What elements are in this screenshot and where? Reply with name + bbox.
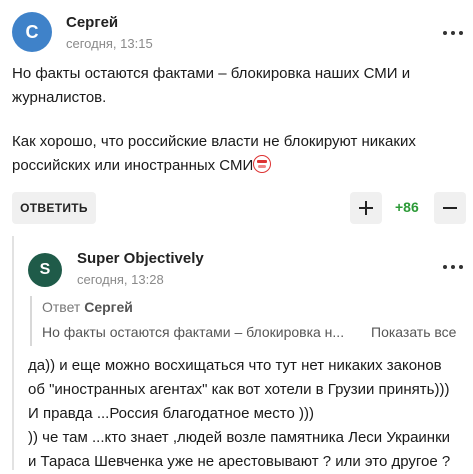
- comment-text-line: И правда ...Россия благодатное место ))): [28, 405, 314, 422]
- avatar[interactable]: С: [12, 12, 52, 52]
- thread-line: [12, 236, 14, 470]
- comment-time: сегодня, 13:28: [77, 272, 164, 287]
- comment-text-line: да)) и еще можно восхищаться что тут нет…: [28, 357, 442, 374]
- comment-text-line: журналистов.: [12, 89, 107, 106]
- upvote-button[interactable]: [350, 192, 382, 224]
- comment-text-line: Как хорошо, что российские власти не бло…: [12, 133, 416, 150]
- show-all-link[interactable]: Показать все: [371, 324, 456, 340]
- quote-author[interactable]: Сергей: [84, 299, 133, 315]
- avatar-letter: С: [25, 21, 39, 42]
- avatar[interactable]: S: [28, 253, 62, 287]
- plus-icon: [359, 201, 373, 215]
- downvote-button[interactable]: [434, 192, 466, 224]
- comment-text-line: российских или иностранных СМИ: [12, 154, 272, 178]
- reply-button-label: ОТВЕТИТЬ: [20, 201, 88, 215]
- reply-button[interactable]: ОТВЕТИТЬ: [12, 192, 96, 224]
- more-options-icon[interactable]: [443, 31, 463, 35]
- comment-text-line: )) че там ...кто знает ,людей возле памя…: [28, 429, 451, 446]
- quote-bar: [30, 296, 32, 346]
- avatar-letter: S: [39, 261, 51, 278]
- tongue-out-emoji-icon: [253, 155, 272, 173]
- minus-icon: [443, 207, 457, 209]
- comment-text-span: российских или иностранных СМИ: [12, 157, 254, 174]
- comment-time: сегодня, 13:15: [66, 36, 153, 51]
- quote-header: Ответ Сергей: [42, 299, 133, 315]
- comment-author[interactable]: Super Objectively: [77, 250, 204, 267]
- comment-text-line: Но факты остаются фактами – блокировка н…: [12, 65, 411, 82]
- comment-text-line: об "иностранных агентах" как вот хотели …: [28, 381, 450, 398]
- more-options-icon[interactable]: [443, 265, 463, 269]
- comment-text-line: и Тараса Шевченка уже не арестовывают ? …: [28, 453, 451, 470]
- quote-text: Но факты остаются фактами – блокировка н…: [42, 324, 345, 340]
- quote-prefix: Ответ: [42, 299, 81, 315]
- comment-author[interactable]: Сергей: [66, 14, 118, 31]
- vote-count: +86: [395, 199, 419, 215]
